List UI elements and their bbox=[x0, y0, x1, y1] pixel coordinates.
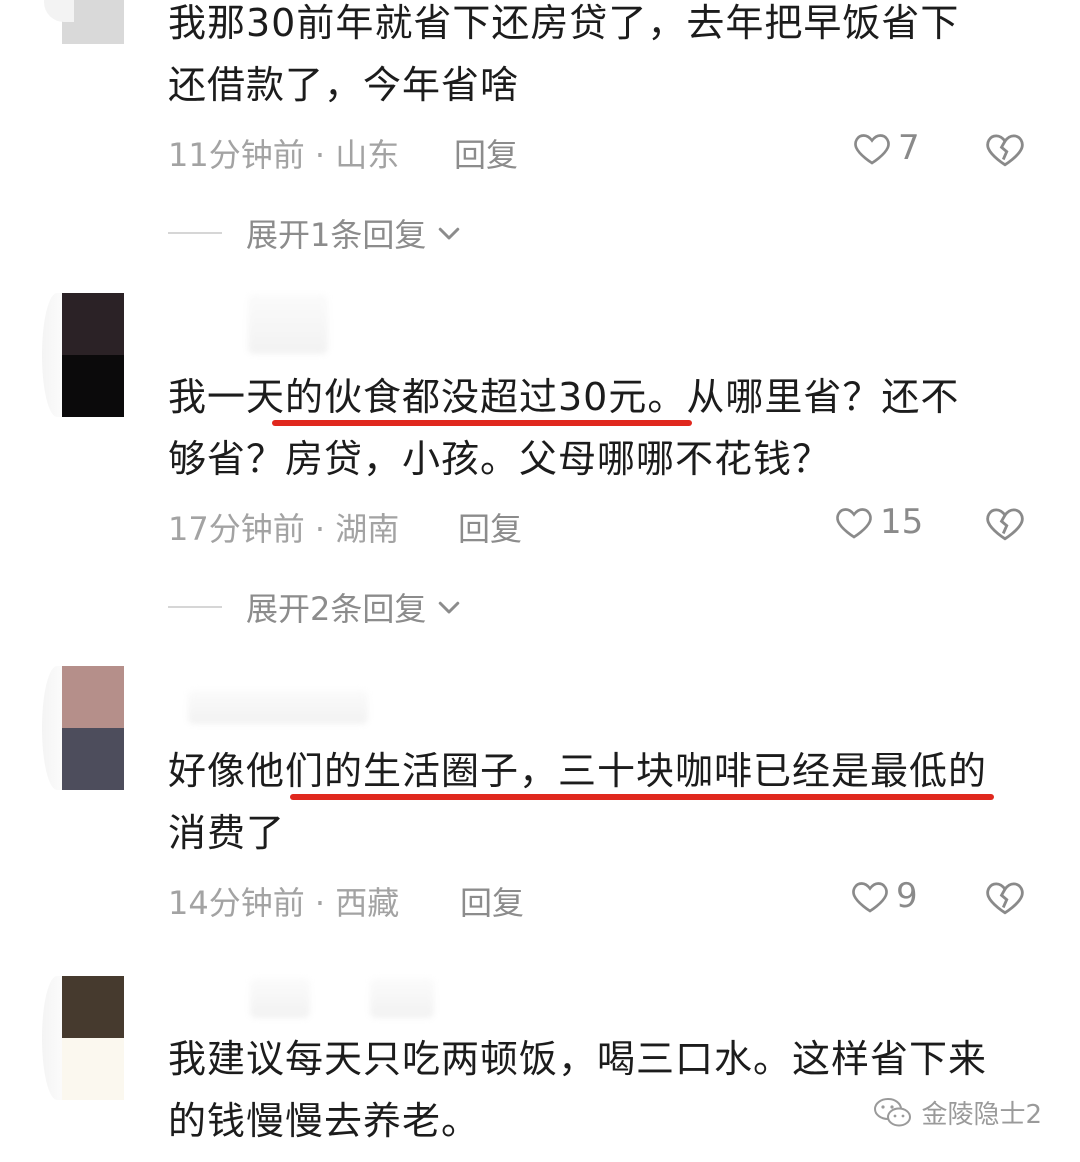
comment-meta: 14分钟前 · 西藏 bbox=[168, 884, 400, 922]
comment-text-line: 还借款了，今年省啥 bbox=[168, 63, 520, 107]
like-button[interactable]: 9 bbox=[850, 876, 918, 916]
comment-meta: 11分钟前 · 山东 bbox=[168, 136, 400, 174]
divider-line bbox=[168, 606, 222, 608]
expand-replies-button[interactable]: 展开1条回复 bbox=[168, 210, 464, 256]
like-button[interactable]: 7 bbox=[852, 128, 920, 168]
comment-text-line: 好像他们的生活圈子，三十块咖啡已经是最低的 bbox=[168, 749, 988, 793]
like-count: 7 bbox=[898, 128, 920, 168]
comment-text-line: 消费了 bbox=[168, 811, 286, 855]
broken-heart-icon bbox=[986, 882, 1024, 915]
reply-button[interactable]: 回复 bbox=[458, 504, 522, 550]
expand-replies-button[interactable]: 展开2条回复 bbox=[168, 584, 464, 630]
wechat-icon bbox=[874, 1097, 912, 1126]
chevron-down-icon bbox=[439, 227, 460, 240]
watermark: 金陵隐士2 bbox=[873, 1094, 1042, 1131]
dislike-button[interactable] bbox=[984, 128, 1026, 174]
heart-outline-icon bbox=[854, 134, 890, 165]
comment-text-line: 我一天的伙食都没超过30元。从哪里省？还不 bbox=[168, 375, 960, 419]
watermark-text: 金陵隐士2 bbox=[921, 1100, 1042, 1130]
comment-meta: 17分钟前 · 湖南 bbox=[168, 510, 400, 548]
like-count: 15 bbox=[880, 502, 924, 542]
username-blurred bbox=[370, 978, 434, 1018]
chevron-down-icon bbox=[439, 601, 460, 614]
highlight-underline bbox=[272, 420, 692, 426]
username-blurred bbox=[250, 978, 310, 1018]
avatar[interactable] bbox=[62, 666, 124, 790]
dislike-button[interactable] bbox=[984, 502, 1026, 548]
username-blurred bbox=[248, 294, 328, 354]
heart-outline-icon bbox=[852, 882, 888, 913]
like-button[interactable]: 15 bbox=[834, 502, 923, 542]
comment-text-line: 我建议每天只吃两顿饭，喝三口水。这样省下来 bbox=[168, 1037, 988, 1081]
dislike-button[interactable] bbox=[984, 876, 1026, 922]
avatar[interactable] bbox=[62, 293, 124, 417]
expand-replies-label: 展开2条回复 bbox=[246, 590, 427, 628]
broken-heart-icon bbox=[986, 508, 1024, 541]
reply-button[interactable]: 回复 bbox=[460, 878, 524, 924]
username-blurred bbox=[188, 690, 368, 724]
broken-heart-icon bbox=[986, 134, 1024, 167]
divider-line bbox=[168, 232, 222, 234]
like-count: 9 bbox=[896, 876, 918, 916]
highlight-underline bbox=[290, 794, 994, 800]
avatar-ring bbox=[44, 0, 74, 22]
reply-button[interactable]: 回复 bbox=[454, 130, 518, 176]
heart-outline-icon bbox=[836, 508, 872, 539]
comment-text-line: 我那30前年就省下还房贷了，去年把早饭省下 bbox=[168, 1, 960, 45]
expand-replies-label: 展开1条回复 bbox=[246, 216, 427, 254]
avatar[interactable] bbox=[62, 976, 124, 1100]
comment-text-line: 够省？房贷，小孩。父母哪哪不花钱？ bbox=[168, 437, 832, 481]
